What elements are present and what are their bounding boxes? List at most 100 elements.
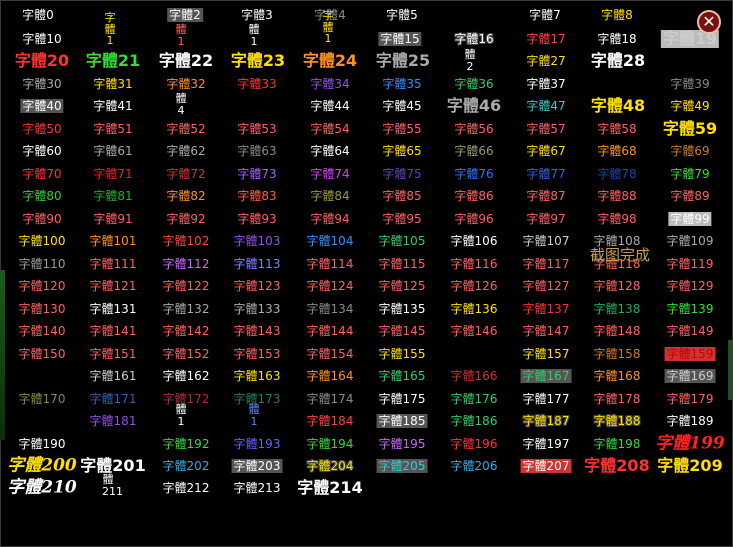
font-sample-vertical-3: 字體1 <box>322 9 334 46</box>
font-sample-39: 字體50 <box>22 122 62 136</box>
font-sample-154: 字體167 <box>520 369 572 383</box>
font-sample-156: 字體169 <box>664 369 716 383</box>
font-sample-34: 字體45 <box>382 99 422 113</box>
font-sample-28: 字體36 <box>454 77 494 91</box>
font-sample-132: 字體143 <box>233 324 281 338</box>
font-sample-68: 字體79 <box>670 167 710 181</box>
font-sample-69: 字體80 <box>22 189 62 203</box>
font-sample-135: 字體146 <box>450 324 498 338</box>
font-sample-9: 字體15 <box>378 32 422 46</box>
font-sample-7: 字體8 <box>601 8 633 22</box>
font-sample-52: 字體63 <box>237 144 277 158</box>
font-sample-27: 字體35 <box>382 77 422 91</box>
font-sample-195: 字體213 <box>233 481 281 495</box>
font-sample-47: 字體58 <box>597 122 637 136</box>
font-sample-120: 字體131 <box>89 302 137 316</box>
font-sample-vertical-2: 體1 <box>248 23 260 48</box>
font-sample-179: 字體196 <box>450 437 498 451</box>
font-sample-51: 字體62 <box>166 144 206 158</box>
font-sample-57: 字體68 <box>597 144 637 158</box>
font-sample-121: 字體132 <box>162 302 210 316</box>
font-sample-181: 字體198 <box>593 437 641 451</box>
font-sample-175: 字體192 <box>162 437 210 451</box>
font-sample-189: 字體206 <box>450 459 498 473</box>
font-sample-188: 字體205 <box>376 459 428 473</box>
font-sample-99: 字體110 <box>18 257 66 271</box>
font-sample-70: 字體81 <box>93 189 133 203</box>
font-sample-80: 字體91 <box>93 212 133 226</box>
font-sample-126: 字體137 <box>522 302 570 316</box>
font-sample-165: 字體178 <box>593 392 641 406</box>
font-sample-20: 字體27 <box>526 54 566 68</box>
font-sample-139: 字體150 <box>18 347 66 361</box>
font-sample-60: 字體71 <box>93 167 133 181</box>
font-sample-59: 字體70 <box>22 167 62 181</box>
font-sample-112: 字體123 <box>233 279 281 293</box>
font-sample-155: 字體168 <box>593 369 641 383</box>
font-sample-115: 字體126 <box>450 279 498 293</box>
font-sample-117: 字體128 <box>593 279 641 293</box>
font-sample-128: 字體139 <box>666 302 714 316</box>
font-sample-125: 字體136 <box>450 302 498 316</box>
font-sample-vertical-6: 體1 <box>175 403 187 428</box>
font-sample-45: 字體56 <box>454 122 494 136</box>
font-sample-31: 字體40 <box>20 99 64 113</box>
font-sample-93: 字體104 <box>306 234 354 248</box>
font-sample-86: 字體97 <box>526 212 566 226</box>
font-sample-54: 字體65 <box>382 144 422 158</box>
font-sample-187: 字體204 <box>306 459 354 473</box>
font-sample-157: 字體170 <box>18 392 66 406</box>
font-sample-123: 字體134 <box>306 302 354 316</box>
font-sample-79: 字體90 <box>22 212 62 226</box>
font-sample-35: 字體46 <box>446 96 502 115</box>
font-sample-vertical-0: 字體1 <box>104 11 116 48</box>
font-sample-191: 字體208 <box>584 456 650 475</box>
font-sample-151: 字體164 <box>306 369 354 383</box>
font-sample-105: 字體116 <box>450 257 498 271</box>
font-sample-83: 字體94 <box>310 212 350 226</box>
font-sample-58: 字體69 <box>670 144 710 158</box>
font-sample-46: 字體57 <box>526 122 566 136</box>
font-sample-146: 字體158 <box>593 347 641 361</box>
font-sample-71: 字體82 <box>166 189 206 203</box>
font-sample-143: 字體154 <box>306 347 354 361</box>
font-sample-118: 字體129 <box>666 279 714 293</box>
font-sample-42: 字體53 <box>237 122 277 136</box>
font-sample-44: 字體55 <box>382 122 422 136</box>
font-sample-100: 字體111 <box>89 257 137 271</box>
font-sample-3: 字體3 <box>241 8 273 22</box>
font-sample-114: 字體125 <box>378 279 426 293</box>
font-sample-168: 字體184 <box>306 414 354 428</box>
font-sample-167: 字體181 <box>89 414 137 428</box>
font-sample-193: 字體210 <box>7 477 77 498</box>
font-sample-87: 字體98 <box>597 212 637 226</box>
font-sample-141: 字體152 <box>162 347 210 361</box>
font-sample-61: 字體72 <box>166 167 206 181</box>
font-sample-174: 字體190 <box>18 437 66 451</box>
font-sample-vertical-8: 體211 <box>102 473 123 498</box>
font-sample-85: 字體96 <box>454 212 494 226</box>
font-sample-72: 字體83 <box>237 189 277 203</box>
font-sample-180: 字體197 <box>522 437 570 451</box>
close-button[interactable]: ✕ <box>697 10 721 34</box>
font-sample-190: 字體207 <box>520 459 572 473</box>
font-sample-37: 字體48 <box>590 96 646 115</box>
font-sample-10: 字體16 <box>454 32 494 46</box>
font-sample-152: 字體165 <box>378 369 426 383</box>
font-sample-74: 字體85 <box>382 189 422 203</box>
font-sample-26: 字體34 <box>310 77 350 91</box>
font-sample-36: 字體47 <box>526 99 566 113</box>
font-sample-vertical-7: 體1 <box>248 403 260 428</box>
font-sample-102: 字體113 <box>233 257 281 271</box>
font-sample-8: 字體10 <box>22 32 62 46</box>
font-sample-25: 字體33 <box>237 77 277 91</box>
font-sample-110: 字體121 <box>89 279 137 293</box>
font-sample-108: 字體119 <box>666 257 714 271</box>
font-sample-22: 字體30 <box>22 77 62 91</box>
font-sample-76: 字體87 <box>526 189 566 203</box>
font-sample-96: 字體107 <box>522 234 570 248</box>
font-sample-19: 字體25 <box>375 51 431 70</box>
font-sample-89: 字體100 <box>18 234 66 248</box>
font-sample-169: 字體185 <box>376 414 428 428</box>
font-sample-176: 字體193 <box>233 437 281 451</box>
